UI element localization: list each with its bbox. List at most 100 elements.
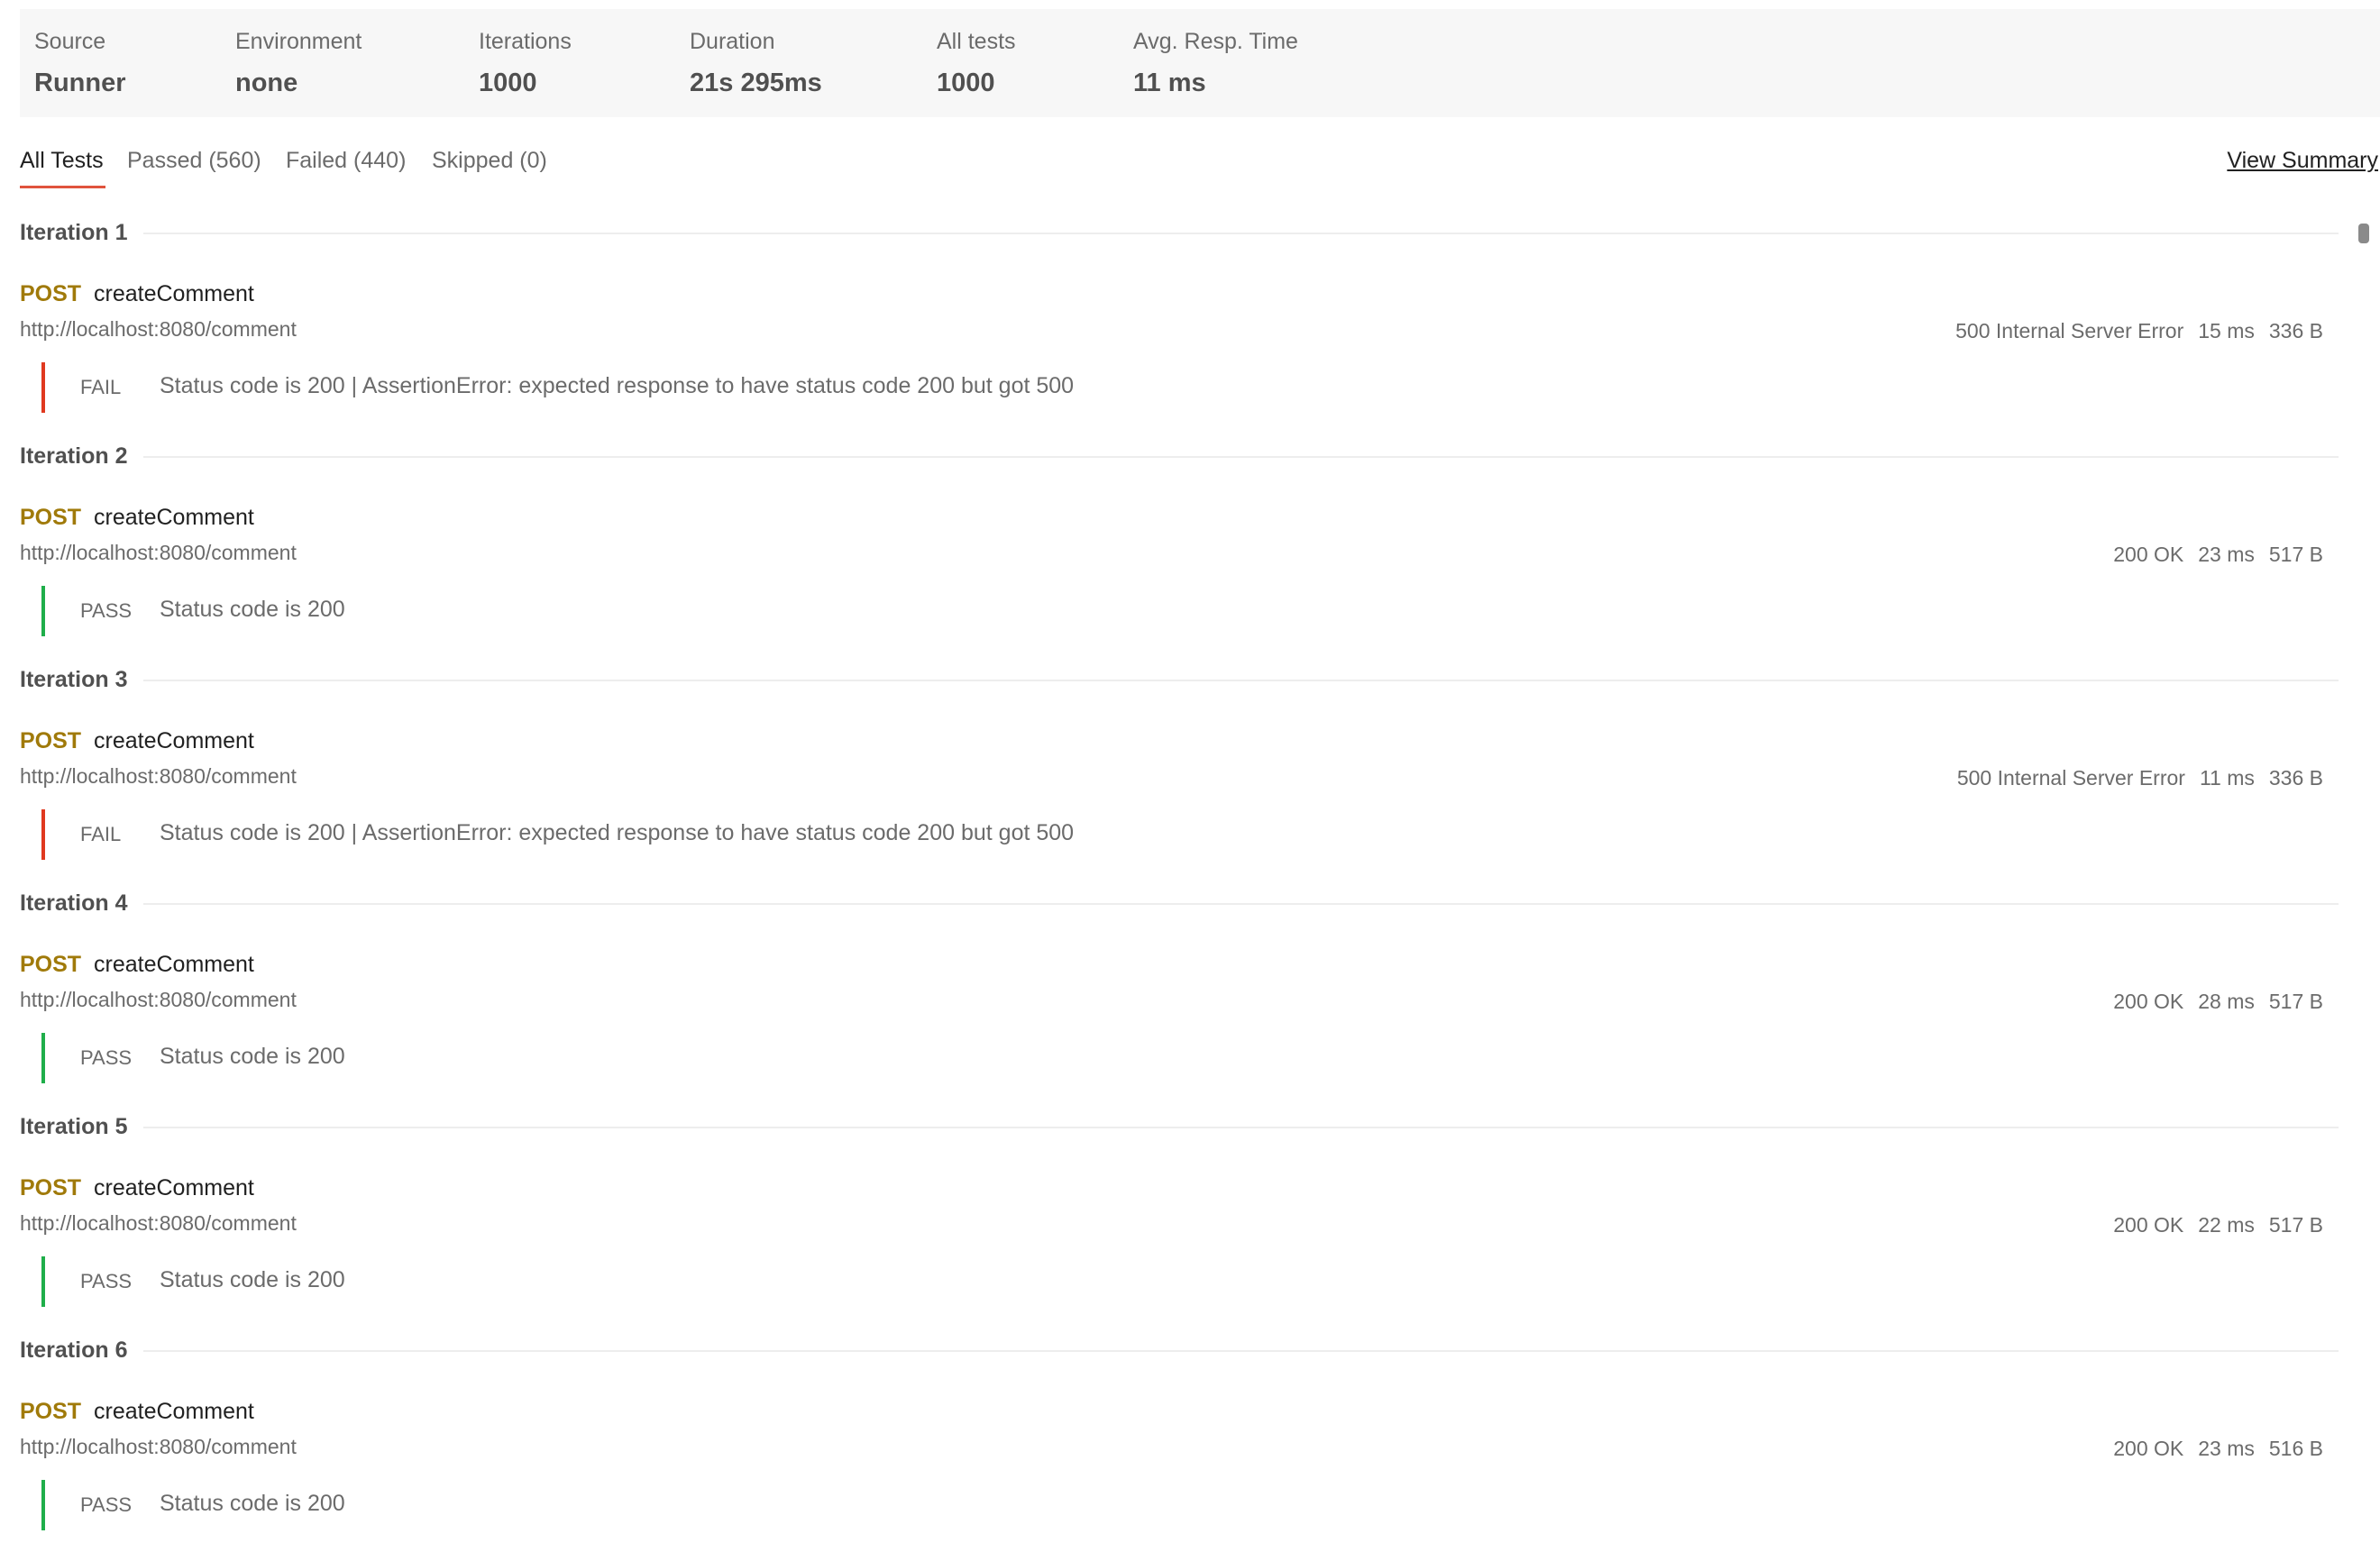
pass-indicator-bar — [41, 1480, 45, 1530]
stat-label: Iterations — [479, 29, 572, 54]
response-meta: 200 OK 28 ms 517 B — [2113, 990, 2323, 1014]
run-summary-bar: Source Runner Environment none Iteration… — [20, 9, 2380, 117]
request-method: POST — [20, 952, 82, 977]
test-result-status: FAIL — [80, 823, 122, 845]
view-summary-link[interactable]: View Summary — [2227, 148, 2378, 174]
test-result-text: Status code is 200 — [160, 597, 345, 622]
iteration-header: Iteration 3 — [20, 653, 2339, 710]
pass-indicator-bar — [41, 586, 45, 636]
stat-label: Duration — [690, 29, 775, 54]
iteration-header: Iteration 5 — [20, 1100, 2339, 1157]
request-url: http://localhost:8080/comment — [20, 317, 297, 341]
response-status: 200 OK — [2113, 990, 2184, 1013]
iteration-title: Iteration 2 — [20, 443, 144, 470]
request-method: POST — [20, 1175, 82, 1201]
test-result-text: Status code is 200 — [160, 1491, 345, 1516]
iteration-title: Iteration 3 — [20, 667, 144, 693]
test-result-text: Status code is 200 | AssertionError: exp… — [160, 373, 1075, 398]
request-url: http://localhost:8080/comment — [20, 1211, 297, 1235]
stat-value: 1000 — [937, 68, 995, 97]
request-method: POST — [20, 1399, 82, 1424]
response-meta: 200 OK 22 ms 517 B — [2113, 1213, 2323, 1237]
response-time: 15 ms — [2198, 319, 2255, 342]
pass-indicator-bar — [41, 1033, 45, 1083]
iteration-header: Iteration 2 — [20, 429, 2339, 487]
iteration-divider — [137, 680, 2339, 681]
response-size: 517 B — [2268, 543, 2323, 566]
iteration-block: Iteration 5 POST createComment http://lo… — [20, 1100, 2339, 1323]
response-meta: 200 OK 23 ms 516 B — [2113, 1437, 2323, 1461]
active-tab-indicator — [20, 186, 105, 188]
stat-label: Source — [34, 29, 106, 54]
response-status: 200 OK — [2113, 1213, 2184, 1237]
stat-label: All tests — [937, 29, 1016, 54]
iteration-title: Iteration 5 — [20, 1114, 144, 1140]
response-meta: 500 Internal Server Error 11 ms 336 B — [1957, 766, 2323, 790]
test-result-status: PASS — [80, 599, 133, 622]
response-status: 200 OK — [2113, 1437, 2184, 1460]
response-size: 336 B — [2268, 766, 2323, 790]
test-result-text: Status code is 200 | AssertionError: exp… — [160, 820, 1075, 845]
request-method: POST — [20, 505, 82, 530]
tab-passed[interactable]: Passed (560) — [127, 148, 261, 174]
test-result-status: FAIL — [80, 376, 122, 398]
response-size: 336 B — [2268, 319, 2323, 342]
request-url: http://localhost:8080/comment — [20, 764, 297, 788]
request-name[interactable]: createComment — [94, 1175, 254, 1201]
response-size: 517 B — [2268, 1213, 2323, 1237]
stat-value: 11 ms — [1133, 68, 1206, 97]
iteration-divider — [137, 1350, 2339, 1352]
response-time: 23 ms — [2198, 543, 2255, 566]
stat-label: Avg. Resp. Time — [1133, 29, 1298, 54]
tab-failed[interactable]: Failed (440) — [286, 148, 406, 174]
request-name[interactable]: createComment — [94, 728, 254, 754]
iteration-block: Iteration 1 POST createComment http://lo… — [20, 205, 2339, 429]
iteration-divider — [137, 1127, 2339, 1128]
iteration-title: Iteration 6 — [20, 1337, 144, 1364]
response-time: 28 ms — [2198, 990, 2255, 1013]
scrollbar-thumb[interactable] — [2358, 224, 2369, 243]
iteration-block: Iteration 4 POST createComment http://lo… — [20, 876, 2339, 1100]
iteration-header: Iteration 6 — [20, 1323, 2339, 1381]
iteration-header: Iteration 4 — [20, 876, 2339, 934]
response-time: 11 ms — [2199, 766, 2255, 790]
test-result-text: Status code is 200 — [160, 1044, 345, 1069]
fail-indicator-bar — [41, 809, 45, 860]
response-time: 23 ms — [2198, 1437, 2255, 1460]
request-name[interactable]: createComment — [94, 952, 254, 978]
request-method: POST — [20, 728, 82, 753]
test-result-text: Status code is 200 — [160, 1267, 345, 1292]
stat-label: Environment — [235, 29, 362, 54]
iteration-results-list: Iteration 1 POST createComment http://lo… — [20, 205, 2339, 1552]
response-size: 517 B — [2268, 990, 2323, 1013]
response-status: 500 Internal Server Error — [1956, 766, 2185, 790]
stat-value: 1000 — [479, 68, 537, 97]
test-result-status: PASS — [80, 1493, 133, 1516]
iteration-header: Iteration 1 — [20, 205, 2339, 263]
tab-skipped[interactable]: Skipped (0) — [432, 148, 547, 174]
response-time: 22 ms — [2198, 1213, 2255, 1237]
response-meta: 200 OK 23 ms 517 B — [2113, 543, 2323, 567]
request-name[interactable]: createComment — [94, 505, 254, 531]
response-status: 200 OK — [2113, 543, 2184, 566]
request-method: POST — [20, 281, 82, 306]
response-size: 516 B — [2268, 1437, 2323, 1460]
pass-indicator-bar — [41, 1256, 45, 1307]
iteration-divider — [137, 903, 2339, 905]
iteration-title: Iteration 4 — [20, 890, 144, 917]
request-url: http://localhost:8080/comment — [20, 988, 297, 1011]
iteration-title: Iteration 1 — [20, 220, 144, 246]
response-meta: 500 Internal Server Error 15 ms 336 B — [1955, 319, 2323, 343]
request-url: http://localhost:8080/comment — [20, 1435, 297, 1458]
tab-all-tests[interactable]: All Tests — [20, 148, 104, 174]
request-name[interactable]: createComment — [94, 1399, 254, 1425]
iteration-block: Iteration 3 POST createComment http://lo… — [20, 653, 2339, 876]
iteration-divider — [137, 233, 2339, 234]
request-url: http://localhost:8080/comment — [20, 541, 297, 564]
iteration-block: Iteration 6 POST createComment http://lo… — [20, 1323, 2339, 1547]
fail-indicator-bar — [41, 362, 45, 413]
iteration-divider — [137, 456, 2339, 458]
results-scrollbar[interactable] — [2357, 204, 2371, 1552]
request-name[interactable]: createComment — [94, 281, 254, 307]
results-tabs: All Tests Passed (560) Failed (440) Skip… — [20, 135, 2380, 193]
